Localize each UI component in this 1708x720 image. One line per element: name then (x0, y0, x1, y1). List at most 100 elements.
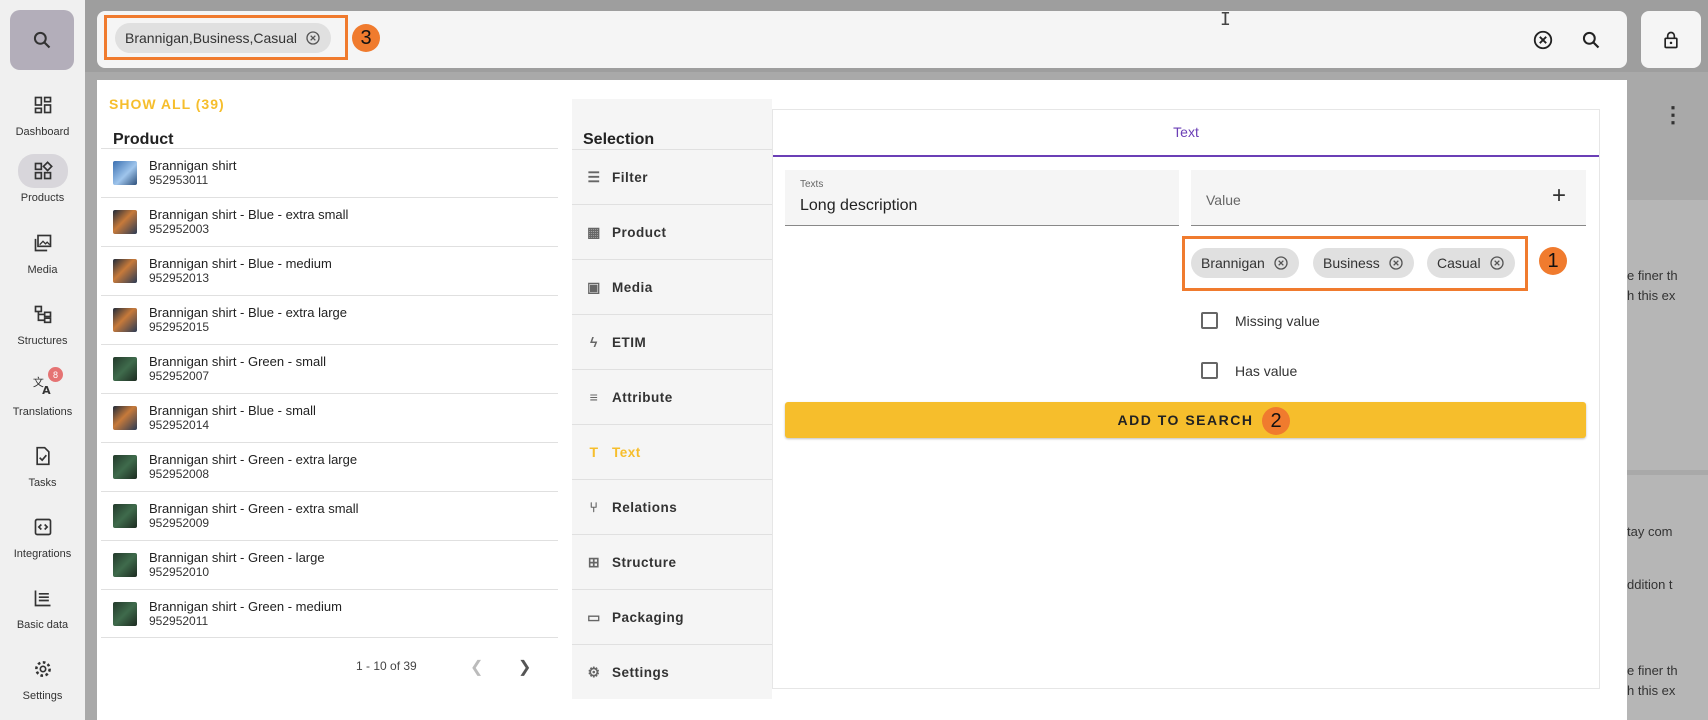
missing-value-checkbox[interactable]: Missing value (1201, 312, 1320, 329)
product-column-header: Product (113, 131, 174, 148)
nav-item-integrations[interactable]: Integrations (0, 508, 85, 570)
selection-item-media[interactable]: ▣ Media (572, 259, 772, 314)
background-text: e finer th (1627, 268, 1678, 283)
nav-item-basic-data[interactable]: Basic data (0, 579, 85, 641)
add-to-search-button[interactable]: ADD TO SEARCH (785, 402, 1586, 438)
list-item[interactable]: Brannigan shirt - Green - extra large 952… (101, 442, 558, 491)
clear-search-button[interactable] (1529, 28, 1557, 52)
background-text: h this ex (1627, 288, 1676, 303)
media-icon: ▣ (587, 278, 601, 295)
chevron-left-icon[interactable]: ❮ (470, 657, 483, 677)
nav-item-tasks[interactable]: Tasks (0, 437, 85, 499)
nav-item-translations[interactable]: 文A 8 Translations (0, 366, 85, 428)
product-sku: 952952013 (149, 271, 210, 285)
background-text: tay com (1627, 524, 1673, 539)
nav-search-button[interactable] (10, 10, 74, 70)
media-icon (34, 234, 51, 252)
product-sku: 952952008 (149, 467, 210, 481)
notification-badge: 8 (48, 367, 63, 382)
list-item[interactable]: Brannigan shirt - Blue - medium 952952013 (101, 246, 558, 295)
selection-item-product[interactable]: ▦ Product (572, 204, 772, 259)
list-item[interactable]: Brannigan shirt - Blue - extra small 9529… (101, 197, 558, 246)
integrations-icon (34, 518, 51, 536)
nav-item-dashboard[interactable]: Dashboard (0, 86, 85, 148)
selection-item-label: Product (612, 224, 667, 240)
chevron-right-icon[interactable]: ❯ (518, 657, 531, 677)
selection-item-text[interactable]: T Text (572, 424, 772, 479)
more-vert-icon[interactable]: ⋮ (1662, 102, 1684, 128)
cancel-icon (1533, 30, 1553, 50)
list-item[interactable]: Brannigan shirt - Green - small 952952007 (101, 344, 558, 393)
add-value-icon[interactable]: + (1552, 182, 1566, 210)
selection-item-packaging[interactable]: ▭ Packaging (572, 589, 772, 644)
checkbox[interactable] (1201, 312, 1218, 329)
product-name: Brannigan shirt - Green - extra large (149, 452, 358, 467)
list-item[interactable]: Brannigan shirt - Blue - extra large 9529… (101, 295, 558, 344)
selection-item-label: Settings (612, 664, 670, 680)
product-name: Brannigan shirt - Green - extra small (149, 501, 359, 516)
nav-item-structures[interactable]: Structures (0, 295, 85, 357)
selection-item-attribute[interactable]: ≡ Attribute (572, 369, 772, 424)
selection-item-label: Structure (612, 554, 677, 570)
product-thumbnail (113, 601, 137, 626)
list-item[interactable]: Brannigan shirt - Blue - small 952952014 (101, 393, 558, 442)
step-marker-3: 3 (352, 24, 380, 52)
product-thumbnail (113, 161, 137, 185)
selection-item-filter[interactable]: ☰ Filter (572, 149, 772, 204)
relations-icon: ⑂ (589, 499, 599, 515)
value-placeholder: Value (1206, 192, 1241, 208)
list-item[interactable]: Brannigan shirt - Green - extra small 952… (101, 491, 558, 540)
selection-item-settings[interactable]: ⚙ Settings (572, 644, 772, 699)
nav-item-media[interactable]: Media (0, 224, 85, 286)
selection-item-structure[interactable]: ⊞ Structure (572, 534, 772, 589)
selection-header: Selection (583, 131, 655, 148)
background-text: h this ex (1627, 683, 1676, 698)
filter-icon: ☰ (587, 168, 601, 185)
product-thumbnail (113, 259, 137, 283)
value-input[interactable]: Value (1191, 170, 1586, 226)
selection-item-label: Attribute (612, 389, 673, 405)
checkbox[interactable] (1201, 362, 1218, 379)
background-card (1627, 200, 1708, 470)
product-sku: 952952011 (149, 613, 209, 628)
packaging-icon: ▭ (587, 608, 601, 625)
nav-label: Tasks (28, 477, 57, 489)
show-all-link[interactable]: SHOW ALL (39) (109, 96, 225, 112)
nav-item-products[interactable]: Products (0, 152, 85, 214)
tasks-icon (35, 446, 50, 466)
list-item[interactable]: Brannigan shirt - Green - medium 95295201… (101, 589, 558, 638)
product-name: Brannigan shirt - Blue - medium (149, 256, 332, 271)
structures-icon (34, 305, 51, 324)
attribute-icon: ≡ (589, 389, 599, 405)
search-button[interactable] (1577, 28, 1605, 52)
list-item[interactable]: Brannigan shirt - Green - large 952952010 (101, 540, 558, 589)
selection-item-relations[interactable]: ⑂ Relations (572, 479, 772, 534)
tab-text[interactable]: Text (772, 124, 1600, 140)
texts-select[interactable]: Texts Long description (785, 170, 1179, 226)
settings-icon (34, 661, 51, 677)
nav-label: Structures (17, 335, 68, 347)
product-sku: 952952009 (149, 516, 210, 530)
selection-item-label: Text (612, 444, 641, 460)
product-sku: 952952003 (149, 222, 210, 236)
basic-data-icon (34, 590, 50, 607)
selection-item-etim[interactable]: ϟ ETIM (572, 314, 772, 369)
product-name: Brannigan shirt - Green - large (149, 550, 325, 565)
has-value-checkbox[interactable]: Has value (1201, 362, 1297, 379)
product-name: Brannigan shirt - Blue - small (149, 403, 316, 418)
product-list: Brannigan shirt 952953011 Brannigan shirt… (101, 148, 558, 638)
search-icon (33, 31, 51, 49)
background-text: ddition t (1627, 577, 1673, 592)
nav-label: Integrations (13, 548, 72, 560)
has-value-label: Has value (1235, 362, 1298, 379)
product-name: Brannigan shirt - Blue - extra small (149, 207, 349, 222)
product-thumbnail (113, 210, 137, 234)
background-text: e finer th (1627, 663, 1678, 678)
step-marker-1: 1 (1539, 247, 1567, 275)
selection-item-label: Packaging (612, 609, 685, 625)
lock-button[interactable] (1641, 11, 1701, 68)
highlight-box-value-chips (1182, 236, 1528, 291)
nav-item-settings[interactable]: Settings (0, 650, 85, 712)
selection-item-label: ETIM (612, 334, 647, 350)
list-item[interactable]: Brannigan shirt 952953011 (101, 148, 558, 197)
